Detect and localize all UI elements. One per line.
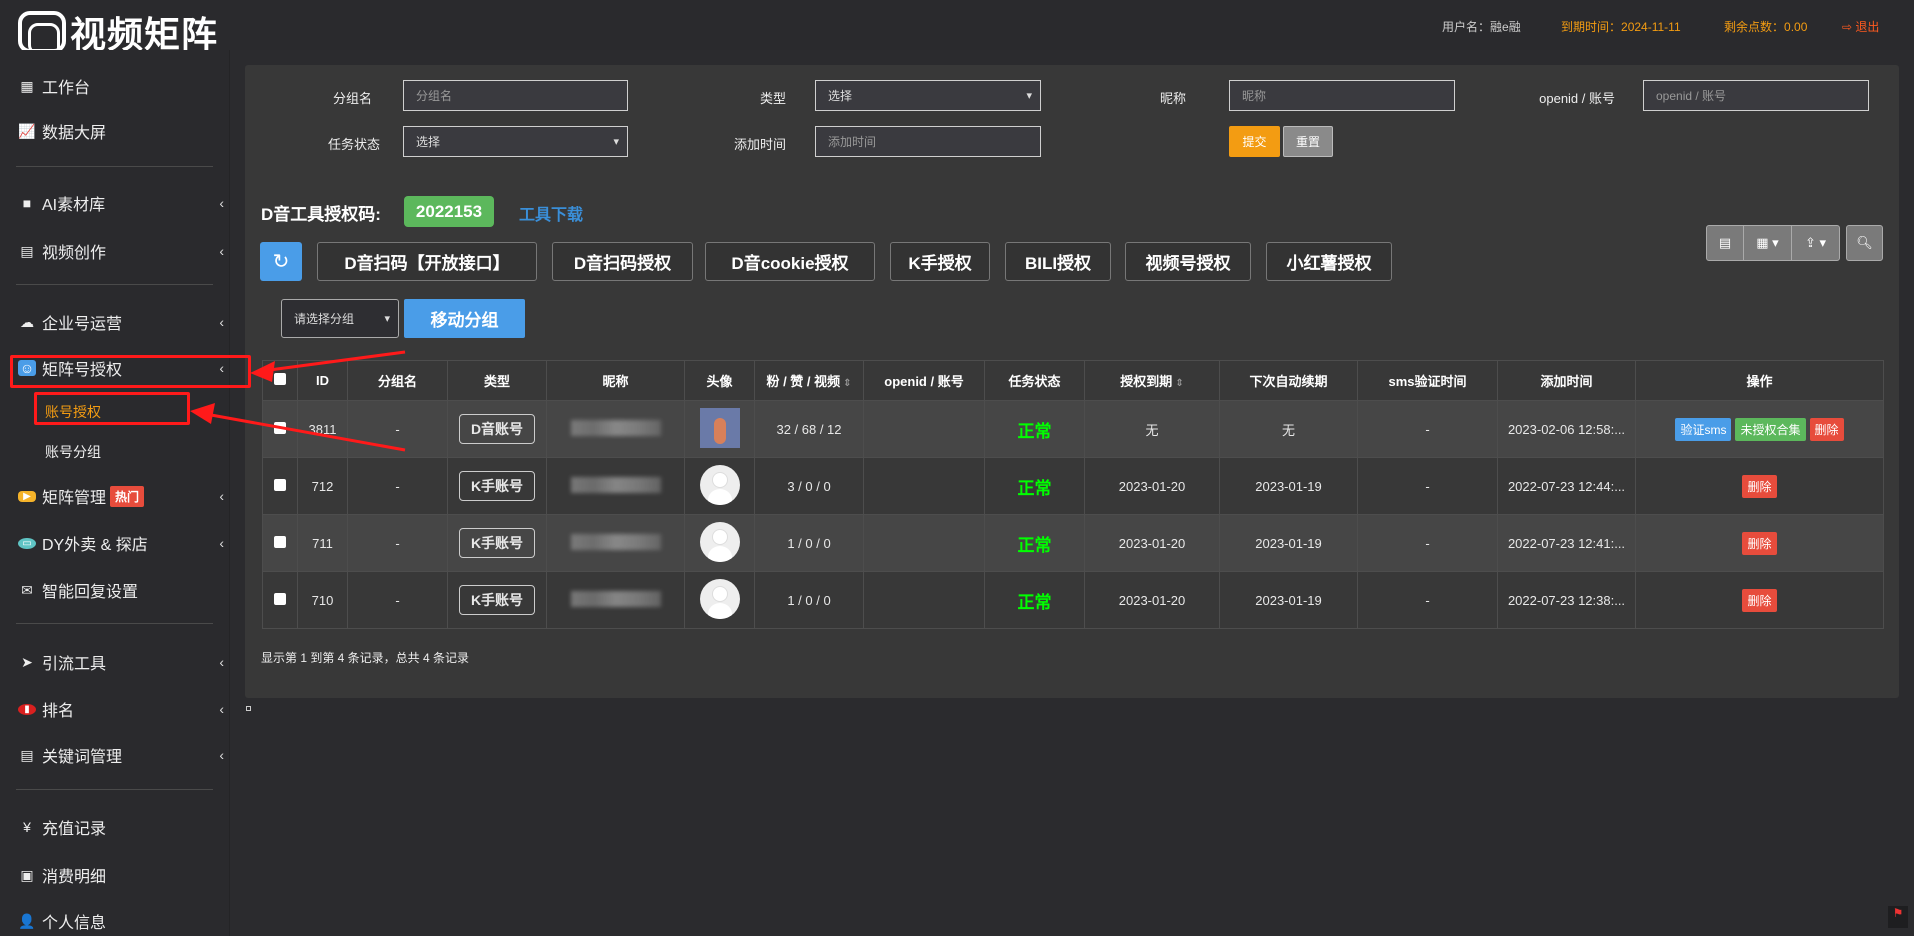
annotation-arrow-line [261, 350, 406, 373]
annotation-arrow-line [199, 411, 406, 452]
annotation-arrows [190, 350, 406, 452]
annotation-arrowhead [250, 361, 275, 382]
flag-icon[interactable]: ⚑ [1888, 906, 1908, 928]
annotation-arrowhead [190, 403, 215, 424]
